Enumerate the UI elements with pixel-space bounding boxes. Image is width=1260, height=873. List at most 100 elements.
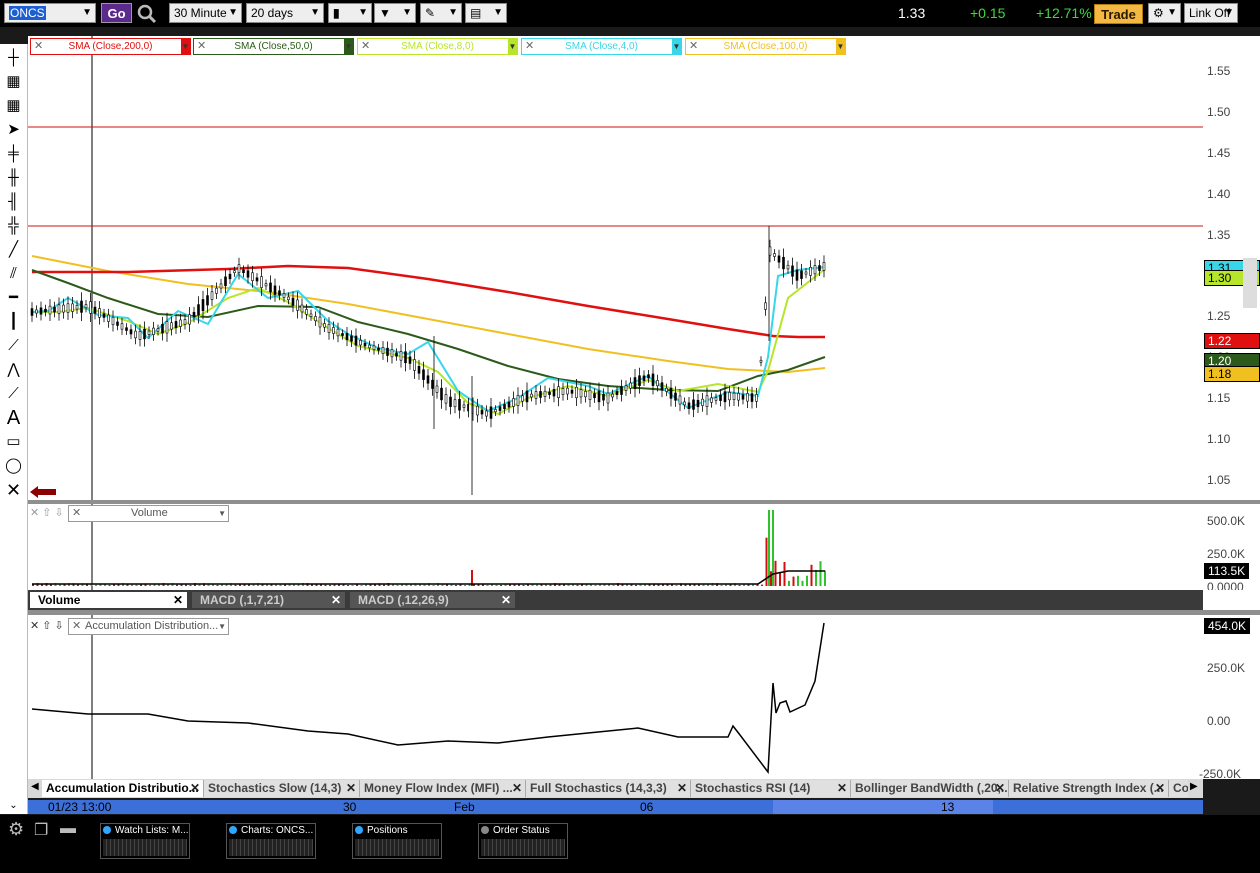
dock-window-3[interactable]: Order Status bbox=[478, 823, 568, 859]
grid-icon[interactable]: ▦ bbox=[3, 72, 24, 92]
interval-select[interactable]: 30 Minute ▼ bbox=[169, 3, 242, 23]
chevron-left-icon[interactable]: ◀ bbox=[31, 781, 39, 792]
ad-dropdown[interactable]: ✕ Accumulation Distribution... ▼ bbox=[68, 618, 229, 635]
chevron-down-icon[interactable]: ▼ bbox=[508, 39, 517, 54]
dock-window-1[interactable]: Charts: ONCS... bbox=[226, 823, 316, 859]
bottom-tab-2[interactable]: Money Flow Index (MFI) ... ✕ bbox=[360, 780, 526, 797]
indicator-label: SMA (Close,100,0) bbox=[723, 41, 808, 52]
price-chart[interactable] bbox=[28, 36, 1203, 500]
go-button[interactable]: Go bbox=[101, 3, 132, 23]
red-arrow-icon[interactable] bbox=[30, 486, 56, 498]
chevron-down-icon[interactable]: ▼ bbox=[181, 39, 190, 54]
bottom-tab-3[interactable]: Full Stochastics (14,3,3) ✕ bbox=[526, 780, 691, 797]
close-icon[interactable]: ✕ bbox=[837, 780, 847, 797]
close-icon[interactable]: ✕ bbox=[361, 39, 370, 54]
chevron-down-icon[interactable]: ⌄ bbox=[3, 796, 24, 816]
symbol-input[interactable]: ONCS ▼ bbox=[4, 3, 96, 23]
close-icon[interactable]: ✕ bbox=[501, 592, 511, 608]
monitor-icon[interactable]: ▬ bbox=[60, 820, 76, 838]
search-icon[interactable] bbox=[137, 4, 157, 24]
close-icon[interactable]: ✕ bbox=[197, 39, 206, 54]
ray-icon[interactable]: ⟋ bbox=[3, 336, 24, 356]
close-icon[interactable]: ✕ bbox=[173, 592, 183, 608]
grid-add-icon[interactable]: ▦ bbox=[3, 96, 24, 116]
close-icon[interactable]: ✕ bbox=[677, 780, 687, 797]
dock-window-0[interactable]: Watch Lists: M... bbox=[100, 823, 190, 859]
indicator-box-3[interactable]: ✕ SMA (Close,4,0) ▼ bbox=[521, 38, 682, 55]
bottom-tab-1[interactable]: Stochastics Slow (14,3) ✕ bbox=[204, 780, 360, 797]
ad-panel[interactable] bbox=[28, 615, 1203, 779]
close-icon[interactable]: ✕ bbox=[525, 39, 534, 54]
chevron-down-icon[interactable]: ▼ bbox=[344, 39, 353, 54]
price-panel[interactable] bbox=[28, 36, 1203, 500]
chevron-down-icon[interactable]: ▼ bbox=[82, 4, 92, 22]
vertical-line-2-icon[interactable]: ┃ bbox=[3, 312, 24, 332]
bottom-tab-6[interactable]: Relative Strength Index (... ✕ bbox=[1009, 780, 1169, 797]
close-icon[interactable]: ✕ bbox=[190, 780, 200, 797]
windows-icon[interactable]: ❐ bbox=[34, 820, 48, 840]
bottom-tab-5[interactable]: Bollinger BandWidth (,20,... ✕ bbox=[851, 780, 1009, 797]
ellipse-icon[interactable]: ◯ bbox=[3, 456, 24, 476]
panel-controls[interactable]: ✕ ⇧ ⇩ bbox=[30, 619, 64, 632]
volume-bar bbox=[738, 584, 741, 586]
candle-body bbox=[755, 394, 758, 402]
close-icon[interactable]: ✕ bbox=[995, 780, 1005, 797]
chevron-down-icon[interactable]: ▼ bbox=[672, 39, 681, 54]
close-icon[interactable]: ✕ bbox=[689, 39, 698, 54]
candle-body bbox=[390, 349, 394, 358]
chart-type-select[interactable]: ▮ ▼ bbox=[328, 3, 372, 23]
bar-tool-icon[interactable]: ╪ bbox=[3, 144, 24, 164]
dock-window-2[interactable]: Positions bbox=[352, 823, 442, 859]
filter-select[interactable]: ▼ ▼ bbox=[374, 3, 416, 23]
panel-controls[interactable]: ✕ ⇧ ⇩ bbox=[30, 506, 64, 519]
link-select[interactable]: Link Off ▼ bbox=[1184, 3, 1238, 23]
time-axis[interactable]: 01/23 13:00 30 Feb 06 13 bbox=[28, 800, 1203, 814]
split-icon[interactable]: ╬ bbox=[3, 216, 24, 236]
layout-select[interactable]: ▤ ▼ bbox=[465, 3, 507, 23]
horizontal-line-icon[interactable]: ━ bbox=[3, 288, 24, 308]
close-icon[interactable]: ✕ bbox=[72, 619, 81, 634]
indicator-box-1[interactable]: ✕ SMA (Close,50,0) ▼ bbox=[193, 38, 354, 55]
bottom-tab-0[interactable]: Accumulation Distributio... ✕ bbox=[42, 780, 204, 797]
candle-body bbox=[791, 265, 794, 277]
bar-tool-2-icon[interactable]: ╫ bbox=[3, 168, 24, 188]
text-tool-icon[interactable]: A bbox=[3, 408, 24, 428]
price-line-icon[interactable]: ⟋ bbox=[3, 384, 24, 404]
trendline-icon[interactable]: ╱ bbox=[3, 240, 24, 260]
close-icon[interactable]: ✕ bbox=[331, 592, 341, 608]
bottom-tab-7[interactable]: Comm bbox=[1169, 780, 1188, 797]
chevron-right-icon[interactable]: ▶ bbox=[1190, 781, 1198, 792]
close-icon[interactable]: ✕ bbox=[512, 780, 522, 797]
tab-0[interactable]: Volume ✕ bbox=[30, 592, 187, 608]
dock-window-label: Positions bbox=[367, 825, 408, 836]
settings-menu[interactable]: ⚙ ▼ bbox=[1148, 3, 1181, 23]
tab-1[interactable]: MACD (,1,7,21) ✕ bbox=[192, 592, 345, 608]
range-select[interactable]: 20 days ▼ bbox=[246, 3, 324, 23]
volume-dropdown[interactable]: ✕ Volume ▼ bbox=[68, 505, 229, 522]
trade-button[interactable]: Trade bbox=[1094, 4, 1143, 24]
close-icon[interactable]: ✕ bbox=[346, 780, 356, 797]
channel-icon[interactable]: ⫽ bbox=[3, 264, 24, 284]
draw-select[interactable]: ✎ ▼ bbox=[420, 3, 462, 23]
ad-chart[interactable] bbox=[28, 615, 1203, 779]
volume-bar bbox=[486, 584, 489, 586]
polyline-icon[interactable]: ⋀ bbox=[3, 360, 24, 380]
indicator-box-4[interactable]: ✕ SMA (Close,100,0) ▼ bbox=[685, 38, 846, 55]
crosshair-icon[interactable]: ┼ bbox=[3, 48, 24, 68]
vertical-line-icon[interactable]: ╢ bbox=[3, 192, 24, 212]
close-icon[interactable]: ✕ bbox=[72, 506, 81, 521]
close-icon[interactable]: ✕ bbox=[34, 39, 43, 54]
indicator-box-2[interactable]: ✕ SMA (Close,8,0) ▼ bbox=[357, 38, 518, 55]
rectangle-icon[interactable]: ▭ bbox=[3, 432, 24, 452]
tab-2[interactable]: MACD (,12,26,9) ✕ bbox=[350, 592, 515, 608]
scrollbar[interactable] bbox=[1243, 258, 1257, 308]
pointer-icon[interactable]: ➤ bbox=[3, 120, 24, 140]
delete-icon[interactable]: ✕ bbox=[3, 480, 24, 500]
time-scroll-thumb[interactable] bbox=[773, 800, 993, 814]
chevron-down-icon[interactable]: ▼ bbox=[836, 39, 845, 54]
indicator-box-0[interactable]: ✕ SMA (Close,200,0) ▼ bbox=[30, 38, 191, 55]
bottom-tab-4[interactable]: Stochastics RSI (14) ✕ bbox=[691, 780, 851, 797]
gear-icon[interactable]: ⚙ bbox=[8, 819, 24, 840]
close-icon[interactable]: ✕ bbox=[1155, 780, 1165, 797]
tab-label: Stochastics RSI (14) bbox=[695, 781, 811, 795]
